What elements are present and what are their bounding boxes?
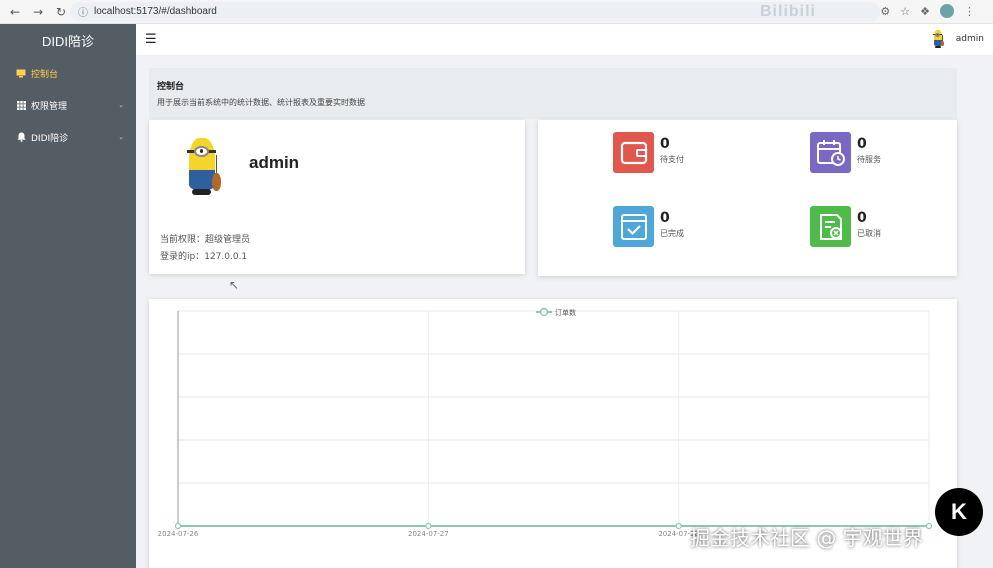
role-label: 当前权限： (160, 235, 206, 245)
url-text: localhost:5173/#/dashboard (94, 6, 217, 17)
cancel-doc-icon (810, 206, 851, 247)
sidebar-item-label: DIDI陪诊 (31, 133, 69, 144)
monitor-icon (16, 69, 26, 78)
sidebar-item-didi[interactable]: DIDI陪诊 ⌄ (0, 121, 136, 153)
sidebar-item-label: 控制台 (31, 69, 59, 80)
reload-icon[interactable]: ↻ (52, 3, 70, 21)
sidebar: DIDI陪诊 控制台 权限管理 ⌄ DIDI陪诊 ⌄ (0, 24, 136, 568)
x-tick-label: 2024-07-26 (158, 530, 199, 538)
data-point (425, 522, 432, 530)
user-card: admin 当前权限：超级管理员 登录的ip：127.0.0.1 (149, 120, 525, 274)
site-info-icon[interactable]: ⓘ (78, 4, 88, 19)
stat-label: 待支付 (660, 155, 684, 164)
stat-cancelled[interactable]: 0 已取消 (810, 206, 881, 247)
user-name: admin (249, 153, 300, 172)
sidebar-item-permissions[interactable]: 权限管理 ⌄ (0, 89, 136, 121)
avatar (928, 29, 948, 49)
profile-avatar-icon[interactable] (940, 4, 954, 18)
bell-icon (16, 132, 26, 142)
data-point (675, 522, 682, 530)
menu-toggle-icon[interactable]: ☰ (145, 32, 157, 47)
ip-value: 127.0.0.1 (204, 252, 248, 262)
stat-value: 0 (857, 136, 867, 152)
brand-title: DIDI陪诊 (41, 34, 94, 49)
mouse-cursor-icon: ↖ (229, 278, 240, 292)
stat-completed[interactable]: 0 已完成 (613, 206, 684, 247)
sidebar-item-label: 权限管理 (31, 101, 68, 112)
data-point (925, 522, 933, 530)
more-menu-icon[interactable]: ⋮ (964, 5, 975, 18)
header-username: admin (955, 34, 984, 44)
stat-label: 待服务 (857, 155, 881, 164)
x-tick-label: 2024-07-27 (408, 530, 449, 538)
chevron-down-icon: ⌄ (118, 133, 124, 141)
back-arrow-icon[interactable]: ← (6, 3, 24, 21)
data-point (174, 522, 182, 530)
stats-card: 0 待支付 0 待服务 0 已完成 0 已取消 (538, 120, 957, 276)
ip-row: 登录的ip：127.0.0.1 (160, 249, 247, 262)
legend-label: 订单数 (555, 308, 576, 317)
ip-label: 登录的ip： (160, 252, 205, 262)
chevron-down-icon: ⌄ (118, 101, 124, 109)
stat-label: 已完成 (660, 229, 684, 238)
avatar (169, 134, 234, 199)
main-content: 控制台 用于展示当前系统中的统计数据、统计报表及重要实时数据 admin 当前权… (136, 56, 993, 568)
browser-actions: ⚙ ☆ ❖ ⋮ (880, 4, 975, 18)
calendar-clock-icon (810, 132, 851, 173)
sidebar-item-dashboard[interactable]: 控制台 (0, 57, 136, 89)
bilibili-watermark: Bilibili (760, 3, 816, 20)
legend-marker (539, 307, 549, 317)
star-icon[interactable]: ☆ (900, 5, 910, 18)
role-row: 当前权限：超级管理员 (160, 232, 250, 245)
role-value: 超级管理员 (205, 235, 251, 245)
address-bar[interactable]: ⓘ localhost:5173/#/dashboard (70, 2, 880, 21)
extensions-icon[interactable]: ❖ (920, 5, 930, 18)
translate-icon[interactable]: ⚙ (880, 5, 890, 18)
user-dropdown[interactable]: admin (928, 29, 984, 49)
stat-value: 0 (660, 210, 670, 226)
stat-value: 0 (857, 210, 867, 226)
check-window-icon (613, 206, 654, 247)
juejin-watermark: 掘金技术社区 @ 宇观世界 (690, 526, 923, 550)
browser-toolbar: ← → ↻ ⓘ localhost:5173/#/dashboard Bilib… (0, 0, 993, 24)
top-header: ☰ admin (136, 24, 993, 56)
page-title: 控制台 (157, 82, 185, 92)
stat-label: 已取消 (857, 229, 881, 238)
stat-value: 0 (660, 136, 670, 152)
forward-arrow-icon[interactable]: → (29, 3, 47, 21)
grid-icon (16, 100, 26, 110)
page-description: 用于展示当前系统中的统计数据、统计报表及重要实时数据 (157, 98, 365, 107)
page-header: 控制台 用于展示当前系统中的统计数据、统计报表及重要实时数据 (149, 68, 957, 119)
stat-pending-service[interactable]: 0 待服务 (810, 132, 881, 173)
wallet-icon (613, 132, 654, 173)
k-logo-badge: K (935, 488, 983, 536)
stat-pending-payment[interactable]: 0 待支付 (613, 132, 684, 173)
